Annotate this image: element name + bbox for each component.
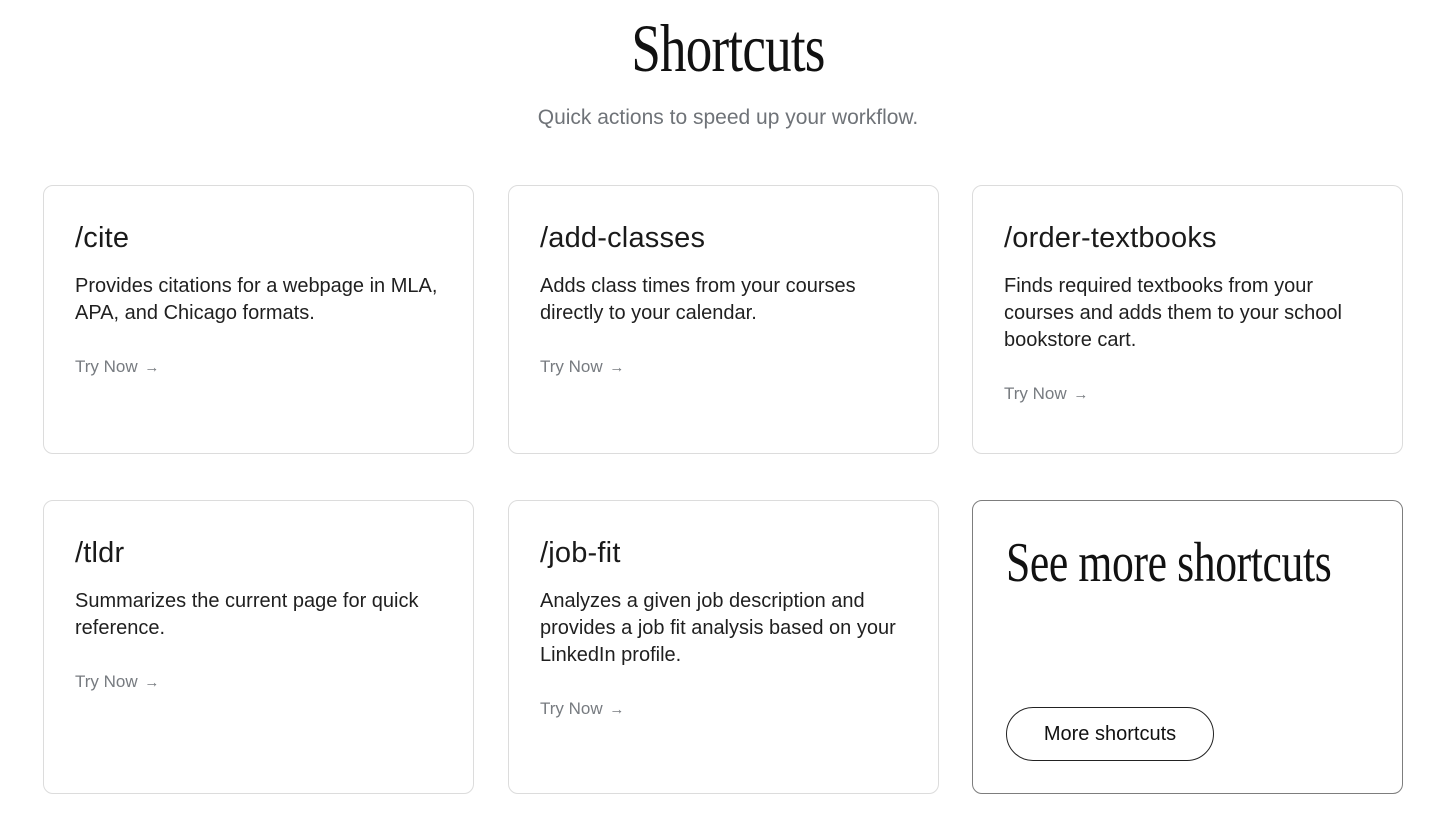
- try-now-label: Try Now: [1004, 384, 1067, 403]
- shortcut-card-add-classes[interactable]: /add-classes Adds class times from your …: [508, 185, 939, 454]
- shortcut-card-order-textbooks[interactable]: /order-textbooks Finds required textbook…: [972, 185, 1403, 454]
- try-now-link[interactable]: Try Now →: [75, 355, 159, 380]
- shortcut-description: Summarizes the current page for quick re…: [75, 590, 419, 639]
- try-now-label: Try Now: [75, 672, 138, 691]
- more-shortcuts-button[interactable]: More shortcuts: [1006, 707, 1214, 761]
- page-subtitle: Quick actions to speed up your workflow.: [537, 106, 919, 129]
- try-now-label: Try Now: [540, 357, 603, 376]
- arrow-right-icon: →: [609, 359, 625, 376]
- arrow-right-icon: →: [144, 359, 160, 376]
- see-more-title: See more shortcuts: [1006, 532, 1332, 594]
- arrow-right-icon: →: [144, 674, 160, 691]
- arrow-right-icon: →: [1073, 386, 1089, 403]
- try-now-label: Try Now: [75, 357, 138, 376]
- shortcut-title: /cite: [75, 222, 130, 254]
- see-more-card: See more shortcuts More shortcuts: [972, 500, 1403, 794]
- shortcut-card-tldr[interactable]: /tldr Summarizes the current page for qu…: [43, 500, 474, 794]
- shortcut-title: /tldr: [75, 537, 125, 569]
- shortcut-title: /add-classes: [540, 222, 706, 254]
- try-now-link[interactable]: Try Now →: [1004, 382, 1088, 407]
- shortcut-title: /order-textbooks: [1004, 222, 1217, 254]
- arrow-right-icon: →: [609, 701, 625, 718]
- try-now-link[interactable]: Try Now →: [540, 355, 624, 380]
- shortcut-title: /job-fit: [540, 537, 621, 569]
- shortcut-description: Provides citations for a webpage in MLA,…: [75, 275, 438, 324]
- try-now-label: Try Now: [540, 699, 603, 718]
- shortcut-description: Adds class times from your courses direc…: [540, 275, 856, 324]
- shortcut-card-job-fit[interactable]: /job-fit Analyzes a given job descriptio…: [508, 500, 939, 794]
- shortcut-description: Finds required textbooks from your cours…: [1004, 275, 1342, 351]
- shortcut-description: Analyzes a given job description and pro…: [540, 590, 896, 666]
- page-title: Shortcuts: [631, 10, 825, 86]
- try-now-link[interactable]: Try Now →: [540, 697, 624, 722]
- try-now-link[interactable]: Try Now →: [75, 670, 159, 695]
- shortcut-card-cite[interactable]: /cite Provides citations for a webpage i…: [43, 185, 474, 454]
